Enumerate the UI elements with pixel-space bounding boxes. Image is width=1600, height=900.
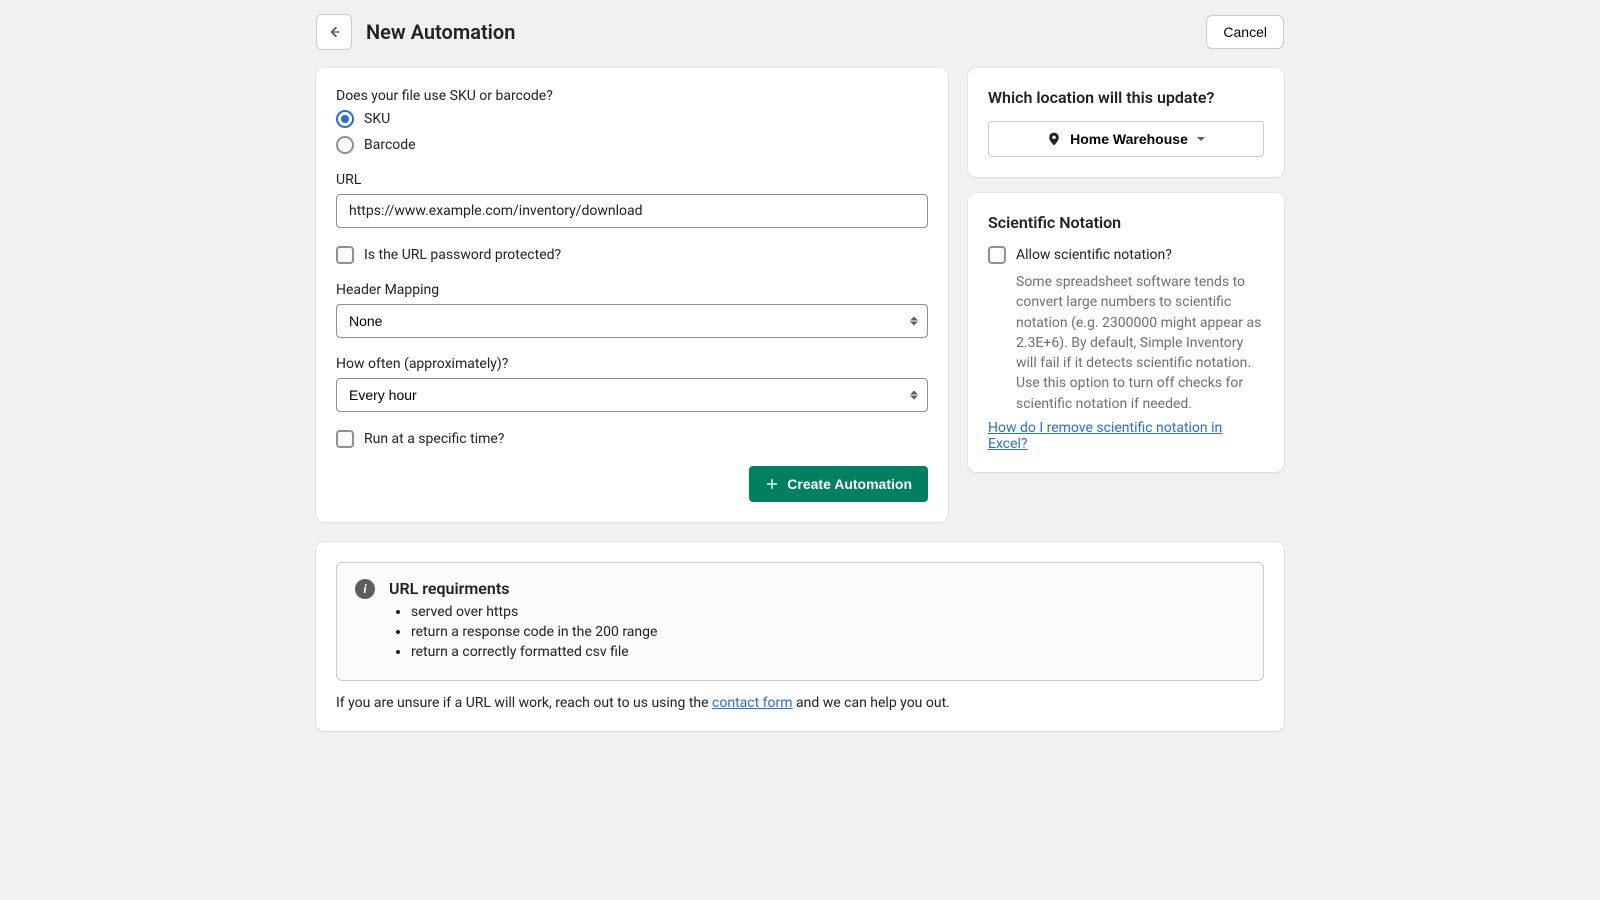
scientific-notation-card: Scientific Notation Allow scientific not…: [968, 193, 1284, 472]
requirements-list: served over https return a response code…: [389, 604, 657, 660]
frequency-select[interactable]: Every hour: [336, 378, 928, 412]
location-pin-icon: [1046, 131, 1062, 147]
cancel-button[interactable]: Cancel: [1206, 15, 1284, 49]
sci-checkbox-label: Allow scientific notation?: [1016, 247, 1172, 263]
sci-checkbox[interactable]: [988, 246, 1006, 264]
sci-card-title: Scientific Notation: [988, 213, 1264, 232]
run-specific-time-row[interactable]: Run at a specific time?: [336, 430, 928, 448]
automation-form-card: Does your file use SKU or barcode? SKU B…: [316, 68, 948, 522]
sci-description: Some spreadsheet software tends to conve…: [1016, 272, 1264, 414]
radio-barcode[interactable]: [336, 136, 354, 154]
caret-down-icon: [1196, 134, 1206, 144]
radio-sku[interactable]: [336, 110, 354, 128]
sci-help-link[interactable]: How do I remove scientific notation in E…: [988, 420, 1264, 452]
url-label: URL: [336, 172, 928, 188]
requirements-item: return a correctly formatted csv file: [411, 644, 657, 660]
arrow-left-icon: [325, 23, 343, 41]
requirements-footer: If you are unsure if a URL will work, re…: [336, 695, 1264, 711]
back-button[interactable]: [316, 14, 352, 50]
location-select[interactable]: Home Warehouse: [988, 121, 1264, 157]
plus-icon: [765, 477, 779, 491]
requirements-title: URL requirments: [389, 579, 657, 598]
requirements-item: served over https: [411, 604, 657, 620]
create-automation-label: Create Automation: [787, 476, 912, 492]
location-card: Which location will this update? Home Wa…: [968, 68, 1284, 177]
password-protected-label: Is the URL password protected?: [364, 247, 561, 263]
location-selected-label: Home Warehouse: [1070, 131, 1188, 147]
radio-sku-label: SKU: [364, 111, 390, 127]
url-input[interactable]: [336, 194, 928, 228]
password-protected-checkbox[interactable]: [336, 246, 354, 264]
header-mapping-label: Header Mapping: [336, 282, 928, 298]
requirements-footer-suffix: and we can help you out.: [793, 695, 950, 711]
sci-checkbox-row[interactable]: Allow scientific notation?: [988, 246, 1264, 264]
requirements-footer-prefix: If you are unsure if a URL will work, re…: [336, 695, 712, 711]
radio-barcode-label: Barcode: [364, 137, 416, 153]
identifier-question-label: Does your file use SKU or barcode?: [336, 88, 928, 104]
requirements-item: return a response code in the 200 range: [411, 624, 657, 640]
frequency-label: How often (approximately)?: [336, 356, 928, 372]
run-specific-time-label: Run at a specific time?: [364, 431, 504, 447]
contact-form-link[interactable]: contact form: [712, 695, 793, 711]
page-title: New Automation: [366, 20, 1192, 44]
radio-barcode-row[interactable]: Barcode: [336, 136, 928, 154]
url-requirements-card: i URL requirments served over https retu…: [316, 542, 1284, 731]
location-card-title: Which location will this update?: [988, 88, 1264, 107]
run-specific-time-checkbox[interactable]: [336, 430, 354, 448]
info-icon: i: [355, 579, 375, 599]
password-protected-row[interactable]: Is the URL password protected?: [336, 246, 928, 264]
create-automation-button[interactable]: Create Automation: [749, 466, 928, 502]
radio-sku-row[interactable]: SKU: [336, 110, 928, 128]
header-mapping-select[interactable]: None: [336, 304, 928, 338]
